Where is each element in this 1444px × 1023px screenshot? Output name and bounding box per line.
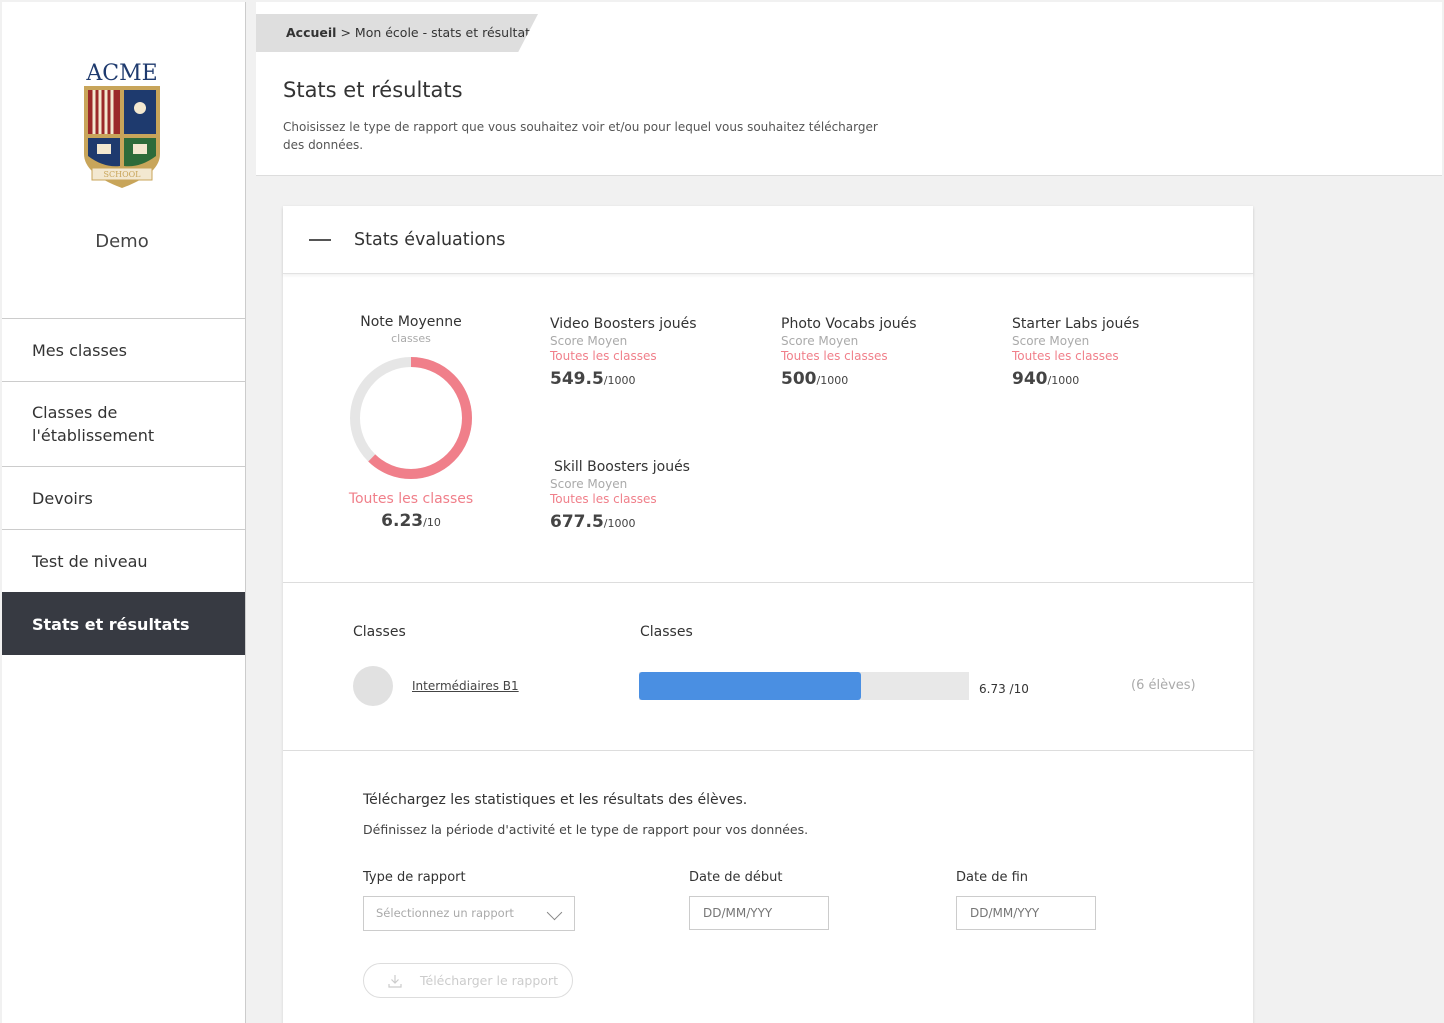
class-score-value: 6.73 /10 <box>979 682 1029 696</box>
stat-value: 549.5/1000 <box>550 369 750 389</box>
average-title: Note Moyenne <box>360 314 462 330</box>
stat-title: Starter Labs joués <box>1012 316 1140 332</box>
breadcrumb-current: Mon école - stats et résultats <box>354 25 537 40</box>
stat-value: 940/1000 <box>1012 369 1212 389</box>
sidebar-item-stats-resultats[interactable]: Stats et résultats <box>2 592 245 655</box>
start-date-input[interactable] <box>689 896 829 930</box>
school-logo: ACME SCHOOL <box>80 56 164 196</box>
svg-text:SCHOOL: SCHOOL <box>103 170 141 179</box>
svg-text:ACME: ACME <box>85 61 157 86</box>
sidebar-item-label: Stats et résultats <box>32 614 190 634</box>
stat-subtitle: Score Moyen <box>550 477 628 491</box>
sidebar-item-label: Test de niveau <box>32 551 148 571</box>
stat-starter-labs: Starter Labs joués Score Moyen Toutes le… <box>1012 316 1212 389</box>
chevron-down-icon <box>546 904 563 921</box>
main-content: Accueil > Mon école - stats et résultats… <box>256 2 1442 1023</box>
download-button-label: Télécharger le rapport <box>420 973 558 988</box>
stat-value-number: 549.5 <box>550 369 604 389</box>
sidebar-item-label: Classes de l'établissement <box>32 403 155 445</box>
stat-value: 677.5/1000 <box>550 512 750 532</box>
sidebar-nav: Mes classes Classes de l'établissement D… <box>2 318 245 655</box>
start-date-label: Date de début <box>689 870 783 885</box>
stat-value-number: 940 <box>1012 369 1048 389</box>
divider <box>283 750 1253 751</box>
sidebar-item-label: Devoirs <box>32 488 93 508</box>
card-title: Stats évaluations <box>354 230 506 250</box>
class-score-bar <box>639 672 969 700</box>
sidebar-item-mes-classes[interactable]: Mes classes <box>2 318 245 381</box>
school-name: Demo <box>95 231 149 252</box>
stat-value-number: 677.5 <box>550 512 604 532</box>
class-score-bar-fill <box>639 672 862 700</box>
sidebar-item-test-de-niveau[interactable]: Test de niveau <box>2 529 245 592</box>
page-header: Accueil > Mon école - stats et résultats… <box>256 2 1442 176</box>
average-all-classes-link[interactable]: Toutes les classes <box>343 491 479 507</box>
page-title: Stats et résultats <box>283 78 463 102</box>
download-description: Définissez la période d'activité et le t… <box>363 822 809 837</box>
classes-column-header: Classes <box>353 624 406 640</box>
end-date-label: Date de fin <box>956 870 1029 885</box>
stats-evaluations-card: Stats évaluations Note Moyenne classes T… <box>283 206 1253 1023</box>
end-date-input[interactable] <box>956 896 1096 930</box>
breadcrumb: Accueil > Mon école - stats et résultats <box>256 14 538 52</box>
collapse-icon[interactable] <box>309 239 331 241</box>
breadcrumb-home-link[interactable]: Accueil <box>286 25 336 40</box>
stat-all-classes-link[interactable]: Toutes les classes <box>1012 349 1212 363</box>
stat-title: Skill Boosters joués <box>554 459 690 475</box>
classes-score-column-header: Classes <box>640 624 693 640</box>
report-type-label: Type de rapport <box>363 870 466 885</box>
stat-title: Video Boosters joués <box>550 316 697 332</box>
stat-subtitle: Score Moyen <box>781 334 859 348</box>
sidebar-item-devoirs[interactable]: Devoirs <box>2 466 245 529</box>
stat-all-classes-link[interactable]: Toutes les classes <box>781 349 981 363</box>
stat-photo-vocabs: Photo Vocabs joués Score Moyen Toutes le… <box>781 316 981 389</box>
report-type-select[interactable]: Sélectionnez un rapport <box>363 896 575 931</box>
download-title: Téléchargez les statistiques et les résu… <box>363 792 748 808</box>
stat-value: 500/1000 <box>781 369 981 389</box>
stat-value-max: /1000 <box>603 374 636 387</box>
average-value-max: /10 <box>423 516 441 529</box>
stat-skill-boosters: Skill Boosters joués Score Moyen Toutes … <box>550 459 750 532</box>
stat-value-max: /1000 <box>1047 374 1080 387</box>
stat-subtitle: Score Moyen <box>550 334 628 348</box>
breadcrumb-separator: > <box>340 25 351 40</box>
stat-value-max: /1000 <box>816 374 849 387</box>
sidebar-item-classes-etablissement[interactable]: Classes de l'établissement <box>2 381 245 466</box>
report-type-placeholder: Sélectionnez un rapport <box>376 906 514 920</box>
average-donut-chart <box>350 357 472 479</box>
class-student-count: (6 élèves) <box>1131 678 1196 693</box>
stat-all-classes-link[interactable]: Toutes les classes <box>550 492 750 506</box>
stat-video-boosters: Video Boosters joués Score Moyen Toutes … <box>550 316 750 389</box>
stat-all-classes-link[interactable]: Toutes les classes <box>550 349 750 363</box>
sidebar: ACME SCHOOL Demo Mes classes Classes de … <box>2 2 246 1023</box>
download-report-button[interactable]: Télécharger le rapport <box>363 963 573 998</box>
class-link-intermediaires-b1[interactable]: Intermédiaires B1 <box>412 679 519 693</box>
class-avatar <box>353 666 393 706</box>
stat-title: Photo Vocabs joués <box>781 316 917 332</box>
average-subtitle: classes <box>391 332 431 345</box>
stat-value-max: /1000 <box>603 517 636 530</box>
stat-subtitle: Score Moyen <box>1012 334 1090 348</box>
average-value: 6.23/10 <box>343 511 479 531</box>
divider <box>283 582 1253 583</box>
average-value-number: 6.23 <box>381 511 424 531</box>
page-description: Choisissez le type de rapport que vous s… <box>283 120 878 152</box>
average-score-block: Note Moyenne classes Toutes les classes … <box>343 314 479 531</box>
card-header[interactable]: Stats évaluations <box>283 206 1253 274</box>
stat-value-number: 500 <box>781 369 817 389</box>
sidebar-item-label: Mes classes <box>32 340 127 360</box>
download-icon <box>388 974 402 988</box>
